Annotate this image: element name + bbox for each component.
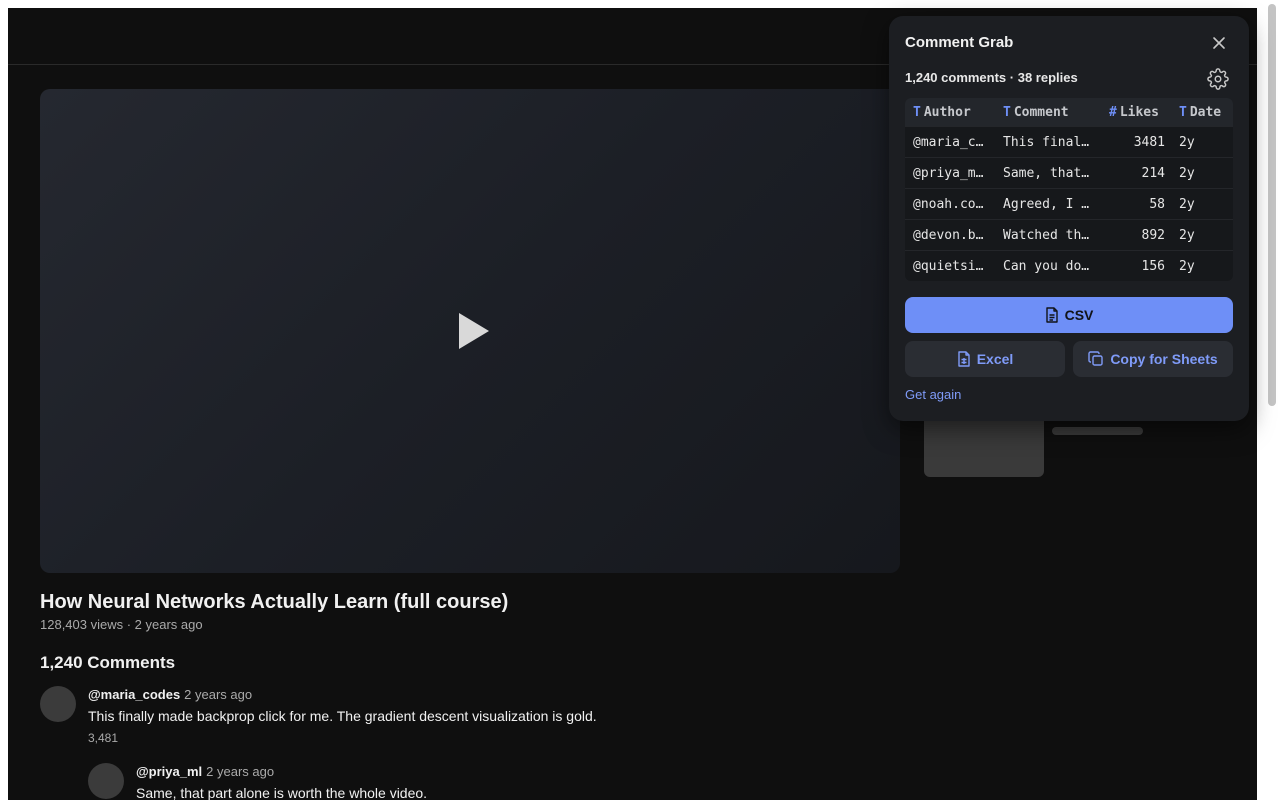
column-header-comment: T Comment bbox=[1003, 98, 1093, 126]
comment-text: This finally made backprop click for me.… bbox=[88, 708, 597, 724]
comment-author-name[interactable]: @priya_ml bbox=[136, 764, 202, 779]
cell-likes: 892 bbox=[1141, 227, 1165, 243]
cell-author: @maria_c… bbox=[913, 134, 984, 150]
document-icon bbox=[1045, 307, 1058, 323]
close-icon[interactable] bbox=[1209, 33, 1229, 53]
column-header-likes: # Likes bbox=[1109, 98, 1179, 126]
cell-date: 2y bbox=[1179, 227, 1195, 243]
cell-date: 2y bbox=[1179, 134, 1195, 150]
column-label: Likes bbox=[1119, 104, 1159, 120]
page-scrollbar[interactable] bbox=[1264, 0, 1280, 800]
column-label: Comment bbox=[1013, 104, 1069, 120]
video-title: How Neural Networks Actually Learn (full… bbox=[40, 591, 509, 613]
comment-time[interactable]: 2 years ago bbox=[184, 687, 252, 702]
comment-likes: 3,481 bbox=[88, 731, 119, 745]
comment-count: 1,240 comments · 38 replies bbox=[905, 70, 1078, 85]
cell-comment: Watched th… bbox=[1003, 227, 1090, 243]
avatar[interactable] bbox=[88, 763, 124, 799]
number-type-icon: # bbox=[1109, 104, 1117, 120]
column-label: Author bbox=[923, 104, 971, 120]
text-type-icon: T bbox=[913, 104, 921, 120]
cell-date: 2y bbox=[1179, 196, 1195, 212]
column-header-author: T Author bbox=[913, 98, 989, 126]
related-video-title-placeholder bbox=[1052, 427, 1143, 435]
cell-comment: Agreed, I … bbox=[1003, 196, 1090, 212]
column-label: Date bbox=[1189, 104, 1222, 120]
comment-author-name[interactable]: @maria_codes bbox=[88, 687, 180, 702]
cell-likes: 214 bbox=[1141, 165, 1165, 181]
comment-time[interactable]: 2 years ago bbox=[206, 764, 274, 779]
table-row: @noah.co… Agreed, I … 58 2y bbox=[905, 189, 1233, 220]
play-icon[interactable] bbox=[459, 313, 489, 349]
excel-download-button[interactable]: Excel bbox=[905, 341, 1065, 377]
video-player[interactable] bbox=[40, 89, 900, 573]
spreadsheet-icon bbox=[958, 351, 970, 367]
cell-comment: Same, that… bbox=[1003, 165, 1090, 181]
comment-text: Same, that part alone is worth the whole… bbox=[136, 785, 428, 800]
table-row: @devon.b… Watched th… 892 2y bbox=[905, 220, 1233, 251]
scrollbar-thumb[interactable] bbox=[1268, 4, 1276, 406]
table-row: @quietsi… Can you do… 156 2y bbox=[905, 251, 1233, 281]
comments-heading: 1,240 Comments bbox=[40, 653, 176, 672]
cell-author: @priya_m… bbox=[913, 165, 984, 181]
panel-title: Comment Grab bbox=[905, 34, 1014, 51]
cell-likes: 3481 bbox=[1133, 134, 1165, 150]
table-row: @maria_c… This final… 3481 2y bbox=[905, 127, 1233, 158]
cell-author: @devon.b… bbox=[913, 227, 984, 243]
text-type-icon: T bbox=[1179, 104, 1187, 120]
cell-likes: 58 bbox=[1149, 196, 1165, 212]
avatar[interactable] bbox=[40, 686, 76, 722]
video-meta: 128,403 views · 2 years ago bbox=[40, 617, 203, 632]
comment-grab-panel: Comment Grab 1,240 comments · 38 replies… bbox=[889, 16, 1249, 421]
cell-likes: 156 bbox=[1141, 259, 1165, 274]
gear-icon[interactable] bbox=[1207, 68, 1229, 90]
text-type-icon: T bbox=[1003, 104, 1011, 120]
cell-author: @quietsi… bbox=[913, 259, 984, 274]
csv-download-button[interactable]: CSV bbox=[905, 297, 1233, 333]
comment-author[interactable]: @priya_ml 2 years ago bbox=[136, 764, 274, 779]
column-header-date: T Date bbox=[1179, 98, 1233, 126]
copy-for-sheets-button[interactable]: Copy for Sheets bbox=[1073, 341, 1233, 377]
cell-comment: Can you do… bbox=[1003, 259, 1090, 274]
cell-comment: This final… bbox=[1003, 134, 1090, 150]
excel-button-label: Excel bbox=[976, 351, 1014, 367]
cell-author: @noah.co… bbox=[913, 196, 984, 212]
table-row: @priya_m… Same, that… 214 2y bbox=[905, 158, 1233, 189]
copy-icon bbox=[1088, 351, 1104, 366]
csv-button-label: CSV bbox=[1064, 307, 1094, 323]
get-again-link[interactable]: Get again bbox=[905, 387, 961, 402]
table-header: T Author T Comment # Likes T Date bbox=[905, 98, 1233, 127]
preview-table: T Author T Comment # Likes T Date @maria_c… … bbox=[905, 98, 1233, 281]
cell-date: 2y bbox=[1179, 259, 1195, 274]
cell-date: 2y bbox=[1179, 165, 1195, 181]
copy-button-label: Copy for Sheets bbox=[1110, 351, 1218, 367]
comment-author[interactable]: @maria_codes 2 years ago bbox=[88, 687, 252, 702]
